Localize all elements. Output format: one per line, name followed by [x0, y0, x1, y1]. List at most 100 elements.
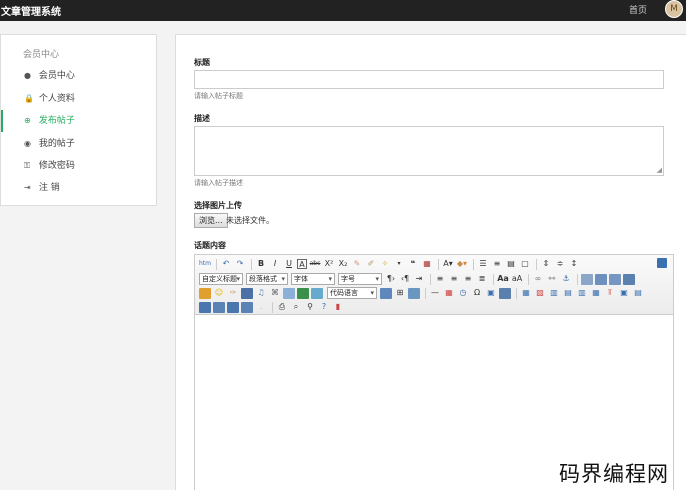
subscript-icon[interactable]: X₂ — [337, 258, 349, 270]
clear-format-icon[interactable]: ✧ — [379, 258, 391, 270]
sidebar-item-profile[interactable]: 🔒 个人资料 — [1, 88, 156, 110]
help-icon[interactable]: ? — [318, 301, 330, 313]
ltr-icon[interactable]: ¶› — [385, 273, 397, 285]
background-icon[interactable] — [408, 287, 420, 299]
map-icon[interactable] — [283, 287, 295, 299]
split-rows-icon[interactable] — [199, 301, 211, 313]
search-replace-icon[interactable]: ⚲ — [304, 301, 316, 313]
horizontal-rule-icon[interactable]: — — [429, 287, 441, 299]
unordered-list-icon[interactable]: ≡ — [491, 258, 503, 270]
title-input[interactable] — [194, 70, 664, 89]
align-left-icon[interactable]: ≡ — [434, 273, 446, 285]
redo-icon[interactable]: ↷ — [234, 258, 246, 270]
template-icon[interactable]: ⊞ — [394, 287, 406, 299]
image-right-icon[interactable] — [609, 273, 621, 285]
sidebar-item-member-center[interactable]: ● 会员中心 — [1, 65, 156, 87]
app-title[interactable]: 文章管理系统 — [1, 3, 61, 18]
multi-image-icon[interactable] — [241, 287, 253, 299]
home-link[interactable]: 首页 — [629, 3, 647, 16]
image-left-icon[interactable] — [595, 273, 607, 285]
uppercase-icon[interactable]: Aa — [497, 273, 509, 285]
resize-grip-icon[interactable]: ◢ — [657, 167, 662, 174]
sidebar-item-publish-post[interactable]: ⊕ 发布帖子 — [1, 110, 156, 132]
unlink-icon[interactable]: ⚯ — [546, 273, 558, 285]
preview-icon[interactable]: ⌕ — [290, 301, 302, 313]
ordered-list-icon[interactable]: ☰ — [477, 258, 489, 270]
merge-down-icon[interactable] — [241, 301, 253, 313]
lowercase-icon[interactable]: aA — [511, 273, 523, 285]
print-icon[interactable]: ⎙ — [276, 301, 288, 313]
music-icon[interactable]: ♫ — [255, 287, 267, 299]
table-title-icon[interactable]: ▥ — [548, 287, 560, 299]
attachment-icon[interactable]: ⌘ — [269, 287, 281, 299]
scrawl-icon[interactable]: ✑ — [227, 287, 239, 299]
underline-icon[interactable]: U — [283, 258, 295, 270]
image-upload-label: 选择图片上传 — [194, 201, 242, 210]
simple-upload-icon[interactable] — [199, 287, 211, 299]
title-style-select[interactable]: 自定义标题 — [199, 273, 243, 285]
font-family-select[interactable]: 字体 — [291, 273, 335, 285]
emoticon-icon[interactable]: ☺ — [213, 287, 225, 299]
merge-right-icon[interactable] — [227, 301, 239, 313]
paragraph-spacing-icon[interactable]: ≑ — [554, 258, 566, 270]
merge-cells-icon[interactable]: ▣ — [618, 287, 630, 299]
image-none-icon[interactable] — [581, 273, 593, 285]
toolbar-divider — [516, 287, 517, 299]
font-border-icon[interactable]: A — [297, 259, 307, 269]
description-textarea[interactable]: ◢ — [194, 126, 664, 176]
time-icon[interactable]: ◷ — [457, 287, 469, 299]
sidebar-item-my-posts[interactable]: ◉ 我的帖子 — [1, 133, 156, 155]
blockquote-icon[interactable]: ❝ — [407, 258, 419, 270]
line-height-icon[interactable]: ↕ — [568, 258, 580, 270]
dropdown-icon[interactable]: ▾ — [393, 258, 405, 270]
wordimage-icon[interactable]: ▣ — [485, 287, 497, 299]
superscript-icon[interactable]: X² — [323, 258, 335, 270]
paragraph-select[interactable]: 段落格式 — [246, 273, 288, 285]
format-match-icon[interactable]: ✎ — [351, 258, 363, 270]
anchor-icon[interactable]: ⚓ — [560, 273, 572, 285]
edit-tip-icon[interactable] — [499, 287, 511, 299]
document-icon: ◉ — [24, 139, 31, 148]
drafts-icon[interactable]: ▮ — [332, 301, 344, 313]
insert-table-icon[interactable]: ▦ — [520, 287, 532, 299]
indent-icon[interactable]: ⇥ — [413, 273, 425, 285]
insert-row-icon[interactable]: ▤ — [562, 287, 574, 299]
delete-row-icon[interactable]: ▥ — [576, 287, 588, 299]
font-color-icon[interactable]: A▾ — [442, 258, 454, 270]
strikethrough-icon[interactable]: abc — [309, 258, 321, 270]
font-size-select[interactable]: 字号 — [338, 273, 382, 285]
row-spacing-icon[interactable]: ⇕ — [540, 258, 552, 270]
fullscreen-icon[interactable] — [657, 258, 667, 268]
align-center-icon[interactable]: ≡ — [448, 273, 460, 285]
special-char-icon[interactable]: Ω — [471, 287, 483, 299]
rtl-icon[interactable]: ‹¶ — [399, 273, 411, 285]
browse-file-button[interactable]: 浏览... — [194, 213, 228, 228]
align-right-icon[interactable]: ≡ — [462, 273, 474, 285]
sidebar-item-logout[interactable]: ⇥ 注 销 — [1, 177, 156, 199]
html-source-icon[interactable]: htm — [199, 258, 211, 270]
gmap-icon[interactable] — [297, 287, 309, 299]
cell-align-icon[interactable]: . — [255, 301, 267, 313]
highlight-color-icon[interactable]: ◆▾ — [456, 258, 468, 270]
code-language-select[interactable]: 代码语言 — [327, 287, 377, 299]
delete-table-icon[interactable]: ▧ — [534, 287, 546, 299]
auto-typeset-icon[interactable]: ✐ — [365, 258, 377, 270]
bold-icon[interactable]: B — [255, 258, 267, 270]
italic-icon[interactable]: I — [269, 258, 281, 270]
image-center-icon[interactable] — [623, 273, 635, 285]
select-all-icon[interactable]: ▤ — [505, 258, 517, 270]
link-icon[interactable]: ∞ — [532, 273, 544, 285]
date-icon[interactable]: ▦ — [443, 287, 455, 299]
split-cells-icon[interactable]: ▤ — [632, 287, 644, 299]
clear-doc-icon[interactable]: ▢ — [519, 258, 531, 270]
align-justify-icon[interactable]: ≣ — [476, 273, 488, 285]
paste-plain-icon[interactable]: ▦ — [421, 258, 433, 270]
insert-frame-icon[interactable] — [311, 287, 323, 299]
undo-icon[interactable]: ↶ — [220, 258, 232, 270]
split-cols-icon[interactable] — [213, 301, 225, 313]
sidebar-item-change-password[interactable]: ⚿ 修改密码 — [1, 155, 156, 177]
delete-col-icon[interactable]: ⫪ — [604, 287, 616, 299]
page-break-icon[interactable] — [380, 287, 392, 299]
insert-col-icon[interactable]: ▦ — [590, 287, 602, 299]
avatar[interactable]: M — [665, 0, 683, 18]
